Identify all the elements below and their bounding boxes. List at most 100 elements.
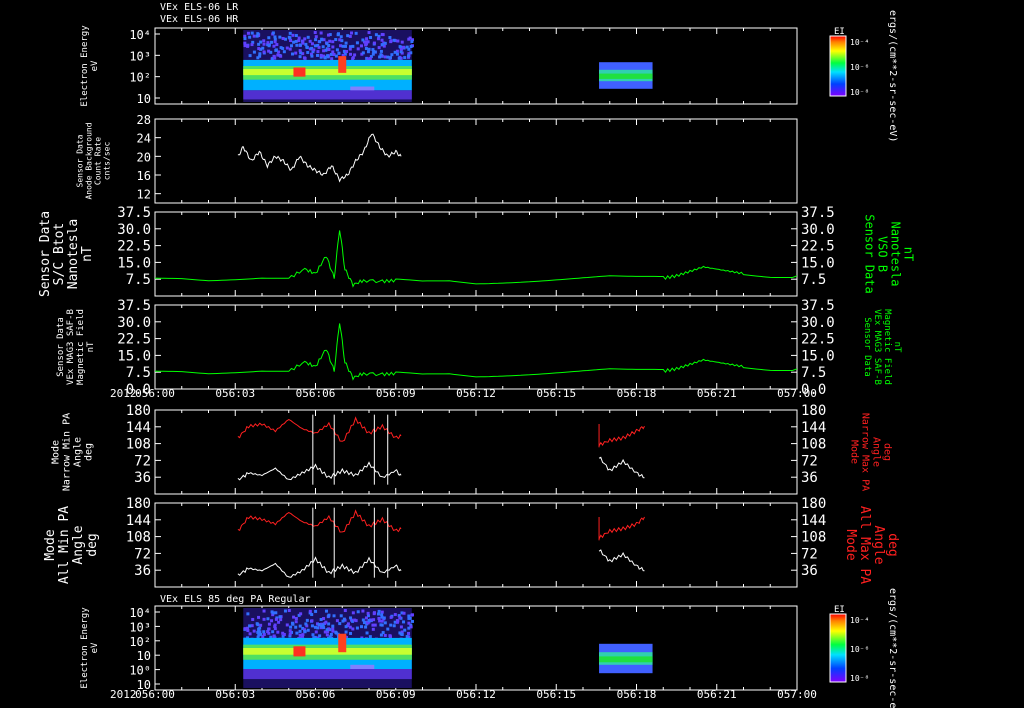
els-85-colorbar-unit: ergs/(cm**2-sr-sec-eV): [887, 588, 898, 708]
x-tick-label: 056:06: [296, 688, 336, 701]
els-85-noise-cell: [364, 616, 368, 620]
els-lr-hr-y-label: eV: [90, 60, 100, 71]
x-tick-label: 057:00: [777, 387, 817, 400]
els-85-noise-cell: [398, 616, 402, 620]
els-85-noise-cell: [372, 611, 376, 615]
anode-background-y-tick-label: 24: [137, 132, 151, 146]
all-pa-y-label: Mode: [43, 529, 58, 560]
all-pa-y-tick-label-right: 180: [801, 496, 826, 512]
els-lr-hr-noise-cell: [380, 43, 384, 47]
stacked-time-series-plot: 1010²10³10⁴Electron Energy eVEI10⁻⁴10⁻⁶10…: [38, 10, 916, 708]
els-lr-hr-noise-cell: [388, 56, 392, 60]
els-lr-hr-noise-cell: [321, 45, 325, 49]
els-lr-hr-noise-cell: [298, 49, 302, 53]
els-85-noise-cell: [331, 624, 335, 628]
els-85-noise-cell: [259, 623, 263, 627]
els-85-noise-cell: [339, 614, 343, 618]
els-lr-hr-noise-cell: [348, 34, 352, 38]
mag-saf-b-y-tick-label: 22.5: [117, 332, 151, 348]
els-lr-hr-noise-cell: [344, 41, 348, 45]
els-85-noise-cell: [294, 620, 298, 624]
els-85-noise-cell: [407, 621, 411, 625]
els-85-noise-cell: [314, 609, 318, 613]
all-pa-y-label: Angle: [71, 525, 86, 564]
els-85-noise-cell: [351, 611, 355, 615]
els-85-noise-cell: [283, 609, 287, 613]
els-85-noise-cell: [276, 630, 280, 634]
els-85-noise-cell: [318, 634, 322, 638]
els-85-colorbar-tick: 10⁻⁴: [850, 616, 869, 625]
els-85-noise-cell: [355, 626, 359, 630]
els-lr-hr-noise-cell: [353, 53, 357, 57]
els-lr-hr-low-band: [243, 90, 412, 100]
els-85-noise-cell: [373, 623, 377, 627]
sc-btot-y-tick-label-right: 37.5: [801, 205, 835, 221]
sc-btot-y-tick-label: 7.5: [126, 272, 151, 288]
sc-btot-y-tick-label: 15.0: [117, 255, 151, 271]
els-lr-hr-noise-cell: [348, 47, 352, 51]
mag-saf-b-y-tick-label-right: 30.0: [801, 315, 835, 331]
els-lr-hr-noise-cell: [336, 33, 340, 37]
sc-btot-y-label: Nanotesla: [66, 219, 81, 289]
sc-btot-y-tick-label: 37.5: [117, 205, 151, 221]
narrow-pa-y-label: Narrow Min PA: [62, 413, 73, 491]
els-85-y-label: eV: [90, 642, 100, 653]
els-85-noise-cell: [310, 624, 314, 628]
els-lr-hr-noise-cell: [360, 44, 364, 48]
els-lr-hr-noise-cell: [386, 55, 390, 59]
els-85-noise-cell: [274, 611, 278, 615]
els-lr-hr-noise-cell: [409, 45, 413, 49]
els-85-title: VEx ELS 85 deg PA Regular: [160, 594, 311, 605]
els-lr-hr-noise-cell: [331, 50, 335, 54]
els-lr-hr-noise-cell: [290, 52, 294, 56]
els-lr-hr-noise-cell: [355, 41, 359, 45]
els-lr-hr-noise-cell: [361, 38, 365, 42]
els-lr-hr-noise-cell: [310, 54, 314, 58]
anode-background-y-label: Count Rate: [94, 137, 103, 185]
els-85-noise-cell: [342, 617, 346, 621]
els-lr-hr-noise-cell: [295, 43, 299, 47]
els-85-noise-cell: [273, 627, 277, 631]
els-lr-hr-noise-cell: [356, 47, 360, 51]
els-lr-hr-colorbar-unit: ergs/(cm**2-sr-sec-eV): [887, 10, 898, 142]
all-pa-y-tick-label: 108: [126, 530, 151, 546]
sc-btot-y-tick-label-right: 22.5: [801, 239, 835, 255]
els-lr-hr-noise-cell: [267, 36, 271, 40]
els-85-noise-cell: [257, 627, 261, 631]
narrow-pa-y-tick-label-right: 36: [801, 470, 818, 486]
anode-background-y-label: cnts/sec: [103, 142, 112, 181]
els-85-noise-cell: [262, 617, 266, 621]
els-85-noise-cell: [325, 633, 329, 637]
all-pa-y-tick-label-right: 108: [801, 530, 826, 546]
els-lr-hr-spectrogram-block: [243, 30, 414, 102]
els-85-noise-cell: [246, 612, 250, 616]
els-lr-hr-noise-cell: [315, 53, 319, 57]
x-tick-label: 056:03: [215, 688, 255, 701]
els-85-noise-cell: [344, 630, 348, 634]
narrow-pa-y-tick-label-right: 144: [801, 420, 826, 436]
els-85-noise-cell: [388, 634, 392, 638]
anode-background-y-tick-label: 16: [137, 169, 151, 183]
els-85-noise-cell: [379, 623, 383, 627]
els-lr-hr-noise-cell: [390, 53, 394, 57]
narrow-pa-series-red-line: [598, 425, 645, 447]
els-85-noise-cell: [259, 632, 263, 636]
narrow-pa-y-label: Mode: [51, 440, 62, 464]
els-lr-hr-noise-cell: [407, 37, 411, 41]
narrow-pa-y-tick-label-right: 180: [801, 403, 826, 419]
narrow-pa-y-tick-label: 180: [126, 403, 151, 419]
els-85-noise-cell: [295, 631, 299, 635]
els-lr-hr-y-tick-label: 10²: [129, 71, 151, 85]
mag-saf-b-y-label-right: Magnetic Field: [882, 309, 892, 385]
els-lr-hr-colorbar-tick: 10⁻⁴: [850, 38, 869, 47]
all-pa-y-label: All Min PA: [57, 506, 72, 584]
els-lr-hr-noise-cell: [327, 48, 331, 52]
els-lr-hr-colorbar-title: EI: [834, 27, 845, 37]
els-lr-hr-noise-cell: [273, 40, 277, 44]
els-lr-hr-band-peak: [599, 73, 653, 79]
all-pa-y-label-right: Mode: [843, 529, 858, 560]
els-85-noise-cell: [248, 632, 252, 636]
els-lr-hr-noise-cell: [330, 57, 334, 61]
els-lr-hr-y-tick-label: 10³: [129, 49, 151, 63]
els-lr-hr-noise-cell: [380, 32, 384, 36]
